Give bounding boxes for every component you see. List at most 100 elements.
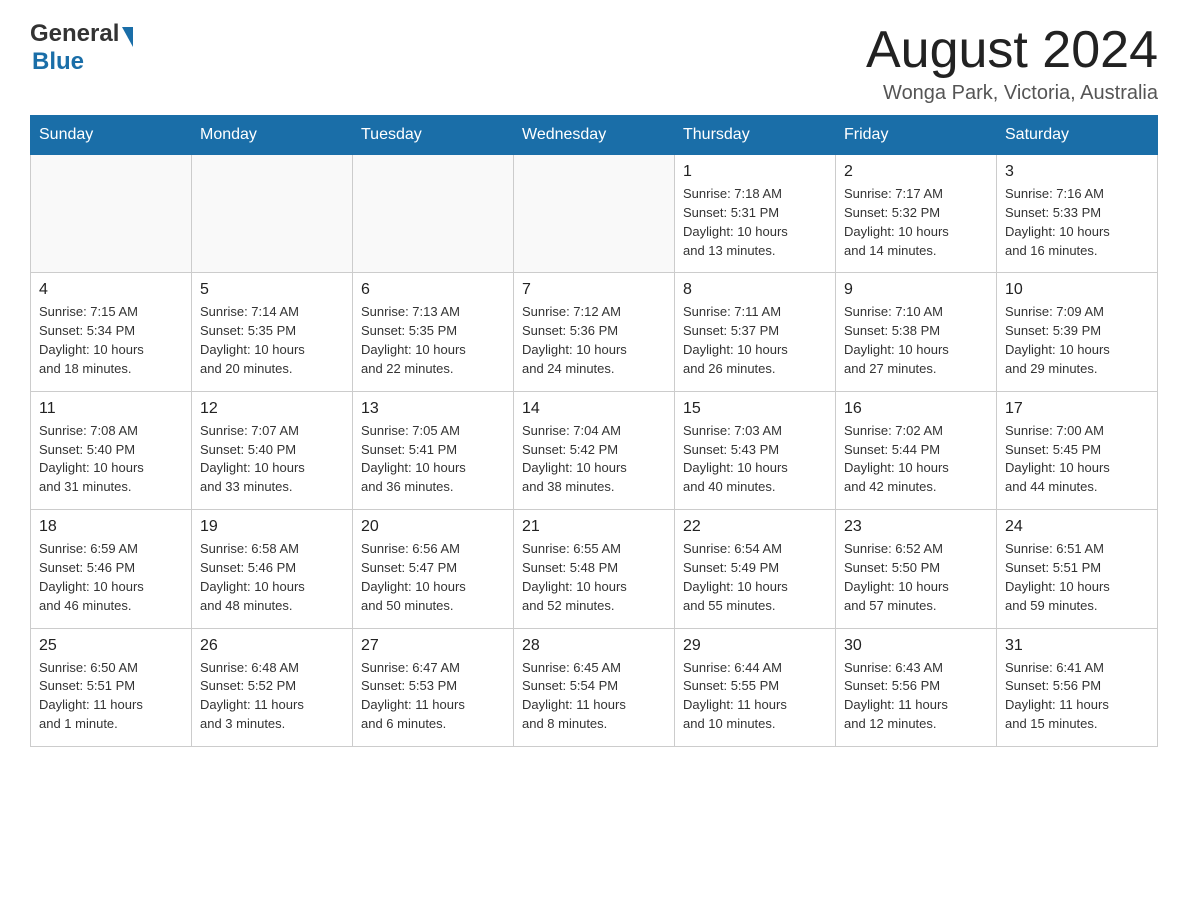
calendar-cell: 21 Sunrise: 6:55 AM Sunset: 5:48 PM Dayli…: [514, 510, 675, 628]
day-number: 19: [200, 518, 344, 536]
calendar-cell: 16Sunrise: 7:02 AM Sunset: 5:44 PM Dayli…: [836, 391, 997, 509]
calendar-cell: 8 Sunrise: 7:11 AM Sunset: 5:37 PM Daylig…: [675, 273, 836, 391]
day-number: 4: [39, 281, 183, 299]
day-info: Sunrise: 7:04 AM Sunset: 5:42 PM Dayligh…: [522, 422, 666, 497]
location-text: Wonga Park, Victoria, Australia: [866, 82, 1158, 105]
calendar-cell: 23 Sunrise: 6:52 AM Sunset: 5:50 PM Dayli…: [836, 510, 997, 628]
day-number: 30: [844, 637, 988, 655]
day-number: 29: [683, 637, 827, 655]
day-number: 31: [1005, 637, 1149, 655]
calendar-cell: 10 Sunrise: 7:09 AM Sunset: 5:39 PM Dayli…: [997, 273, 1158, 391]
day-info: Sunrise: 7:18 AM Sunset: 5:31 PM Dayligh…: [683, 185, 827, 260]
day-info: Sunrise: 6:54 AM Sunset: 5:49 PM Dayligh…: [683, 540, 827, 615]
logo-triangle-icon: [122, 27, 133, 47]
calendar-day-header: Friday: [836, 116, 997, 155]
calendar-cell: [353, 155, 514, 273]
calendar-week-row: 25 Sunrise: 6:50 AM Sunset: 5:51 PM Dayli…: [31, 628, 1158, 746]
day-info: Sunrise: 7:00 AM Sunset: 5:45 PM Dayligh…: [1005, 422, 1149, 497]
page-header: General Blue August 2024 Wonga Park, Vic…: [30, 20, 1158, 105]
calendar-table: SundayMondayTuesdayWednesdayThursdayFrid…: [30, 115, 1158, 747]
day-number: 9: [844, 281, 988, 299]
day-number: 27: [361, 637, 505, 655]
calendar-cell: 26Sunrise: 6:48 AM Sunset: 5:52 PM Dayli…: [192, 628, 353, 746]
day-info: Sunrise: 7:15 AM Sunset: 5:34 PM Dayligh…: [39, 303, 183, 378]
calendar-week-row: 18 Sunrise: 6:59 AM Sunset: 5:46 PM Dayli…: [31, 510, 1158, 628]
calendar-cell: 3 Sunrise: 7:16 AM Sunset: 5:33 PM Daylig…: [997, 155, 1158, 273]
calendar-cell: 31 Sunrise: 6:41 AM Sunset: 5:56 PM Dayli…: [997, 628, 1158, 746]
day-info: Sunrise: 7:12 AM Sunset: 5:36 PM Dayligh…: [522, 303, 666, 378]
day-info: Sunrise: 7:16 AM Sunset: 5:33 PM Dayligh…: [1005, 185, 1149, 260]
day-number: 26: [200, 637, 344, 655]
day-info: Sunrise: 6:52 AM Sunset: 5:50 PM Dayligh…: [844, 540, 988, 615]
day-info: Sunrise: 7:11 AM Sunset: 5:37 PM Dayligh…: [683, 303, 827, 378]
calendar-cell: 4 Sunrise: 7:15 AM Sunset: 5:34 PM Daylig…: [31, 273, 192, 391]
calendar-cell: 14 Sunrise: 7:04 AM Sunset: 5:42 PM Dayli…: [514, 391, 675, 509]
day-number: 17: [1005, 400, 1149, 418]
day-info: Sunrise: 7:09 AM Sunset: 5:39 PM Dayligh…: [1005, 303, 1149, 378]
day-number: 28: [522, 637, 666, 655]
day-info: Sunrise: 6:47 AM Sunset: 5:53 PM Dayligh…: [361, 659, 505, 734]
day-number: 23: [844, 518, 988, 536]
day-number: 22: [683, 518, 827, 536]
day-info: Sunrise: 6:59 AM Sunset: 5:46 PM Dayligh…: [39, 540, 183, 615]
day-info: Sunrise: 7:05 AM Sunset: 5:41 PM Dayligh…: [361, 422, 505, 497]
calendar-cell: 5Sunrise: 7:14 AM Sunset: 5:35 PM Daylig…: [192, 273, 353, 391]
title-section: August 2024 Wonga Park, Victoria, Austra…: [866, 20, 1158, 105]
day-number: 25: [39, 637, 183, 655]
calendar-cell: 2 Sunrise: 7:17 AM Sunset: 5:32 PM Daylig…: [836, 155, 997, 273]
day-number: 24: [1005, 518, 1149, 536]
calendar-day-header: Sunday: [31, 116, 192, 155]
day-number: 21: [522, 518, 666, 536]
calendar-cell: 30Sunrise: 6:43 AM Sunset: 5:56 PM Dayli…: [836, 628, 997, 746]
calendar-cell: 1Sunrise: 7:18 AM Sunset: 5:31 PM Daylig…: [675, 155, 836, 273]
day-info: Sunrise: 6:45 AM Sunset: 5:54 PM Dayligh…: [522, 659, 666, 734]
calendar-cell: [514, 155, 675, 273]
calendar-cell: 12Sunrise: 7:07 AM Sunset: 5:40 PM Dayli…: [192, 391, 353, 509]
calendar-cell: 29 Sunrise: 6:44 AM Sunset: 5:55 PM Dayli…: [675, 628, 836, 746]
day-number: 12: [200, 400, 344, 418]
calendar-cell: 7 Sunrise: 7:12 AM Sunset: 5:36 PM Daylig…: [514, 273, 675, 391]
day-number: 6: [361, 281, 505, 299]
day-info: Sunrise: 7:13 AM Sunset: 5:35 PM Dayligh…: [361, 303, 505, 378]
day-number: 16: [844, 400, 988, 418]
day-number: 14: [522, 400, 666, 418]
calendar-cell: 11Sunrise: 7:08 AM Sunset: 5:40 PM Dayli…: [31, 391, 192, 509]
day-info: Sunrise: 6:55 AM Sunset: 5:48 PM Dayligh…: [522, 540, 666, 615]
calendar-week-row: 4 Sunrise: 7:15 AM Sunset: 5:34 PM Daylig…: [31, 273, 1158, 391]
calendar-cell: 27 Sunrise: 6:47 AM Sunset: 5:53 PM Dayli…: [353, 628, 514, 746]
day-number: 10: [1005, 281, 1149, 299]
logo-blue-text: Blue: [32, 48, 84, 76]
day-info: Sunrise: 7:03 AM Sunset: 5:43 PM Dayligh…: [683, 422, 827, 497]
day-number: 15: [683, 400, 827, 418]
day-info: Sunrise: 6:50 AM Sunset: 5:51 PM Dayligh…: [39, 659, 183, 734]
calendar-day-header: Wednesday: [514, 116, 675, 155]
calendar-cell: 20Sunrise: 6:56 AM Sunset: 5:47 PM Dayli…: [353, 510, 514, 628]
calendar-cell: 9 Sunrise: 7:10 AM Sunset: 5:38 PM Daylig…: [836, 273, 997, 391]
day-info: Sunrise: 7:17 AM Sunset: 5:32 PM Dayligh…: [844, 185, 988, 260]
calendar-cell: 17 Sunrise: 7:00 AM Sunset: 5:45 PM Dayli…: [997, 391, 1158, 509]
day-number: 8: [683, 281, 827, 299]
day-info: Sunrise: 6:51 AM Sunset: 5:51 PM Dayligh…: [1005, 540, 1149, 615]
day-number: 18: [39, 518, 183, 536]
calendar-cell: [192, 155, 353, 273]
calendar-cell: 28 Sunrise: 6:45 AM Sunset: 5:54 PM Dayli…: [514, 628, 675, 746]
day-number: 7: [522, 281, 666, 299]
calendar-cell: 22 Sunrise: 6:54 AM Sunset: 5:49 PM Dayli…: [675, 510, 836, 628]
calendar-week-row: 11Sunrise: 7:08 AM Sunset: 5:40 PM Dayli…: [31, 391, 1158, 509]
logo: General Blue: [30, 20, 133, 76]
day-info: Sunrise: 7:10 AM Sunset: 5:38 PM Dayligh…: [844, 303, 988, 378]
day-info: Sunrise: 6:56 AM Sunset: 5:47 PM Dayligh…: [361, 540, 505, 615]
calendar-week-row: 1Sunrise: 7:18 AM Sunset: 5:31 PM Daylig…: [31, 155, 1158, 273]
calendar-cell: 15 Sunrise: 7:03 AM Sunset: 5:43 PM Dayli…: [675, 391, 836, 509]
calendar-cell: 6 Sunrise: 7:13 AM Sunset: 5:35 PM Daylig…: [353, 273, 514, 391]
calendar-day-header: Thursday: [675, 116, 836, 155]
day-info: Sunrise: 7:08 AM Sunset: 5:40 PM Dayligh…: [39, 422, 183, 497]
calendar-cell: 24 Sunrise: 6:51 AM Sunset: 5:51 PM Dayli…: [997, 510, 1158, 628]
day-number: 3: [1005, 163, 1149, 181]
day-info: Sunrise: 6:41 AM Sunset: 5:56 PM Dayligh…: [1005, 659, 1149, 734]
day-info: Sunrise: 6:44 AM Sunset: 5:55 PM Dayligh…: [683, 659, 827, 734]
calendar-day-header: Monday: [192, 116, 353, 155]
calendar-day-header: Tuesday: [353, 116, 514, 155]
day-number: 2: [844, 163, 988, 181]
day-info: Sunrise: 6:58 AM Sunset: 5:46 PM Dayligh…: [200, 540, 344, 615]
